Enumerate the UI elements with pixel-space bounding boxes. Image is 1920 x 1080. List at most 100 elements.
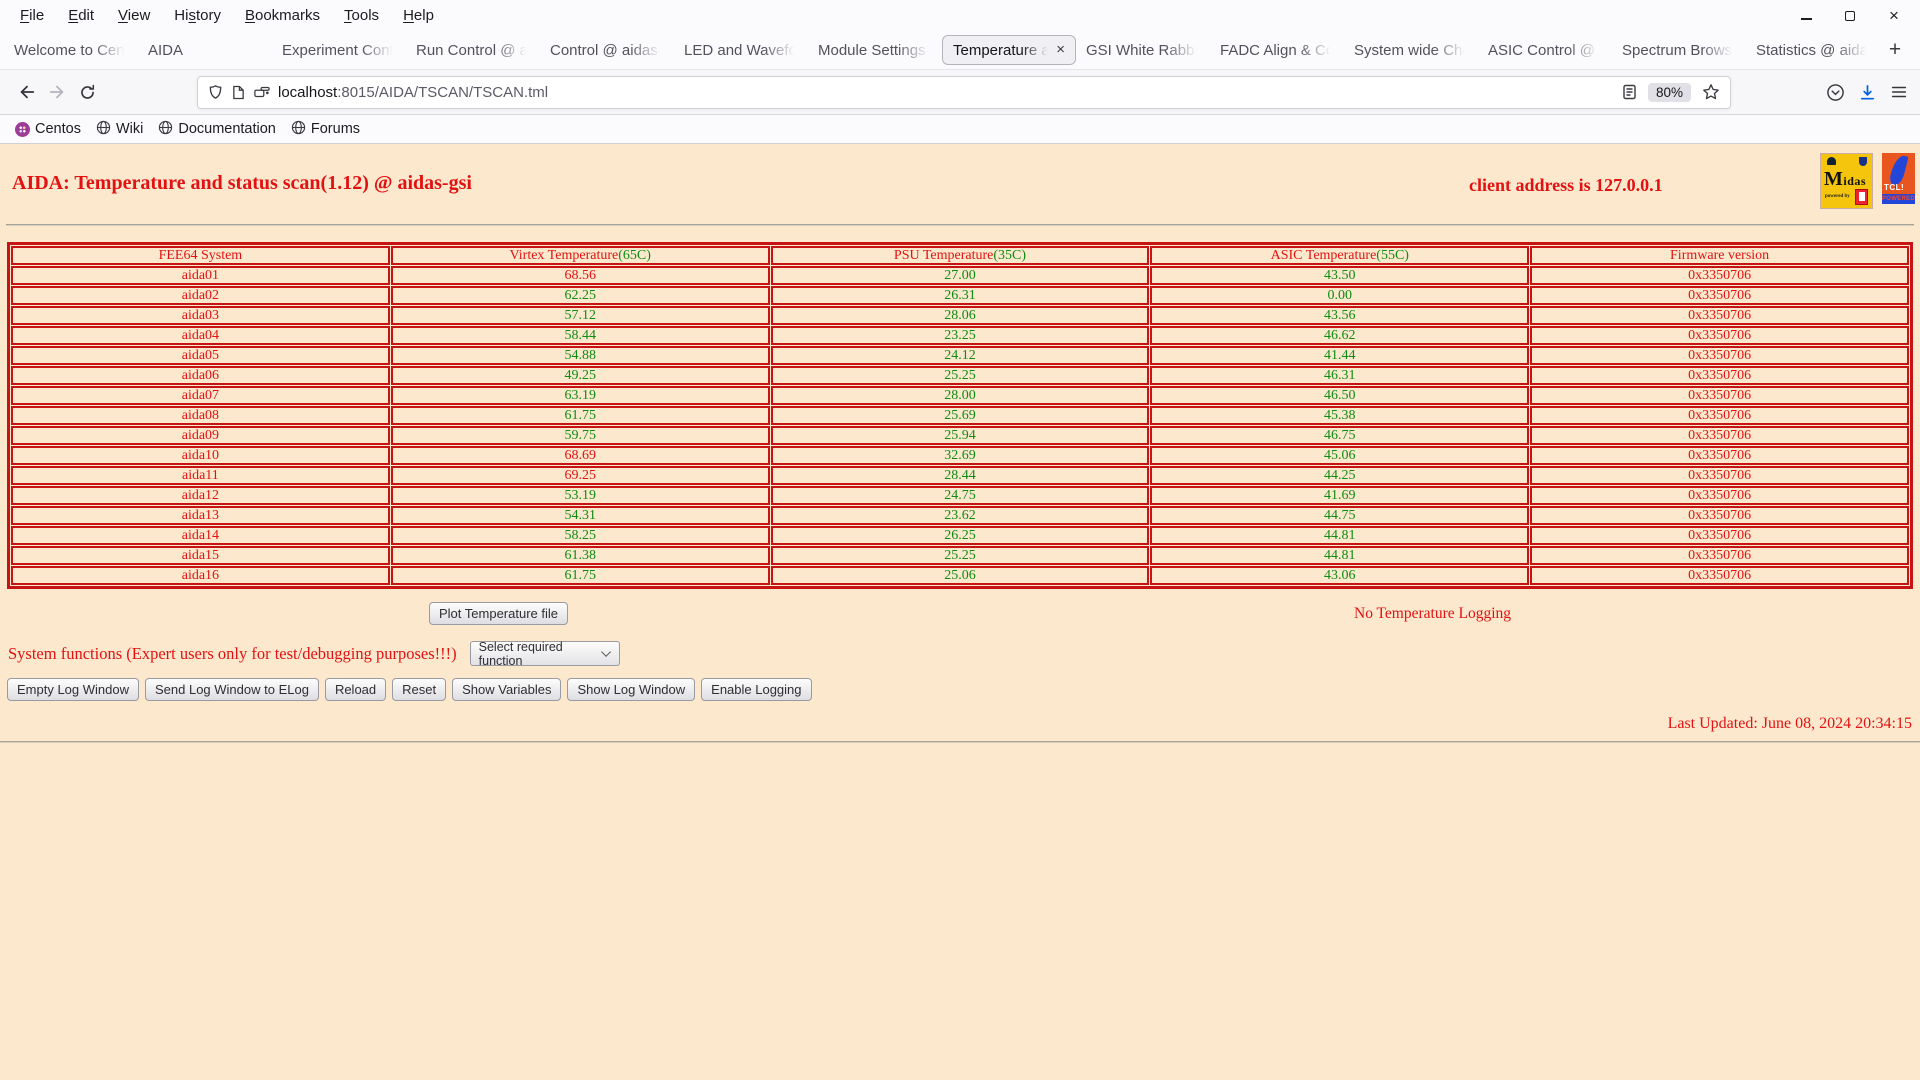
cell-psu: 27.00	[770, 266, 1150, 285]
reload-button[interactable]	[72, 77, 102, 107]
tab-gsi-white-rabbit[interactable]: GSI White Rabbit	[1076, 35, 1210, 65]
tab-label: Experiment Contr	[282, 41, 396, 59]
column-header-fee64-system: FEE64 System	[11, 246, 390, 265]
tab-statistics-aidas[interactable]: Statistics @ aidas	[1746, 35, 1880, 65]
cell-asic: 45.38	[1150, 406, 1530, 425]
forward-button[interactable]	[42, 77, 72, 107]
bookmark-label: Wiki	[115, 121, 144, 137]
menu-view[interactable]: View	[106, 7, 162, 24]
cell-firmware: 0x3350706	[1530, 566, 1909, 585]
pocket-icon[interactable]	[1826, 83, 1845, 102]
cell-virtex: 61.75	[390, 406, 770, 425]
tab-control-aidas[interactable]: Control @ aidas-	[540, 35, 674, 65]
tab-label: LED and Wavefor	[684, 41, 798, 59]
centos-logo-icon	[15, 121, 30, 137]
tab-aida[interactable]: AIDA	[138, 35, 272, 65]
table-row: aida12 53.19 24.75 41.69 0x3350706	[11, 486, 1909, 505]
back-button[interactable]	[12, 77, 42, 107]
midas-logo[interactable]: Midas powered by	[1820, 153, 1873, 209]
bookmark-star-icon[interactable]	[1702, 83, 1720, 101]
app-menu-icon[interactable]	[1890, 83, 1908, 101]
cell-psu: 25.25	[770, 546, 1150, 565]
show-variables-button[interactable]: Show Variables	[452, 678, 562, 701]
midas-dome-icon	[1827, 157, 1836, 165]
cell-system: aida07	[11, 386, 390, 405]
menu-bookmarks[interactable]: Bookmarks	[233, 7, 332, 24]
maximize-button[interactable]	[1842, 8, 1858, 24]
enable-logging-button[interactable]: Enable Logging	[701, 678, 812, 701]
cell-virtex: 68.56	[390, 266, 770, 285]
page-content: AIDA: Temperature and status scan(1.12) …	[0, 144, 1920, 1080]
table-row: aida14 58.25 26.25 44.81 0x3350706	[11, 526, 1909, 545]
bookmark-documentation[interactable]: Documentation	[158, 120, 276, 139]
tab-spectrum-browse[interactable]: Spectrum Browse	[1612, 35, 1746, 65]
menu-help[interactable]: Help	[391, 7, 446, 24]
download-icon[interactable]	[1858, 83, 1877, 102]
cell-system: aida13	[11, 506, 390, 525]
tab-welcome-to-cent[interactable]: Welcome to Cent	[4, 35, 138, 65]
url-bar[interactable]: localhost:8015/AIDA/TSCAN/TSCAN.tml 80%	[197, 75, 1731, 109]
cell-virtex: 58.25	[390, 526, 770, 545]
menu-tools[interactable]: Tools	[332, 7, 391, 24]
reload-button[interactable]: Reload	[324, 678, 387, 701]
midas-logo-text: Midas	[1824, 168, 1867, 190]
cell-firmware: 0x3350706	[1530, 386, 1909, 405]
bookmark-wiki[interactable]: Wiki	[96, 120, 143, 139]
cell-firmware: 0x3350706	[1530, 266, 1909, 285]
urlbar-leading-icons	[208, 84, 270, 100]
tcl-powered-band: POWERED	[1882, 194, 1915, 204]
cell-firmware: 0x3350706	[1530, 306, 1909, 325]
navbar-right-icons	[1826, 83, 1908, 102]
midas-powered-by: powered by	[1825, 194, 1850, 199]
cell-virtex: 68.69	[390, 446, 770, 465]
minimize-button[interactable]	[1798, 8, 1814, 24]
cell-system: aida04	[11, 326, 390, 345]
tab-temperature-an[interactable]: Temperature an ×	[942, 35, 1076, 65]
reset-button[interactable]: Reset	[392, 678, 447, 701]
bookmark-label: Centos	[35, 121, 81, 137]
function-select[interactable]: Select required function	[469, 640, 620, 668]
bookmark-centos[interactable]: Centos	[15, 121, 81, 137]
new-tab-button[interactable]: +	[1880, 35, 1910, 65]
plot-temperature-button[interactable]: Plot Temperature file	[429, 602, 568, 625]
cell-psu: 23.25	[770, 326, 1150, 345]
bookmarks-bar: Centos Wiki Documentation Forums	[0, 115, 1920, 144]
cell-asic: 0.00	[1150, 286, 1530, 305]
shield-icon[interactable]	[208, 84, 223, 100]
url-text: localhost:8015/AIDA/TSCAN/TSCAN.tml	[278, 84, 548, 101]
cell-psu: 25.69	[770, 406, 1150, 425]
cell-asic: 44.75	[1150, 506, 1530, 525]
tab-system-wide-che[interactable]: System wide Che	[1344, 35, 1478, 65]
back-arrow-icon	[20, 85, 35, 99]
cell-asic: 44.81	[1150, 526, 1530, 545]
table-row: aida06 49.25 25.25 46.31 0x3350706	[11, 366, 1909, 385]
bookmark-forums[interactable]: Forums	[291, 120, 360, 139]
zoom-level-badge[interactable]: 80%	[1647, 82, 1691, 102]
tab-experiment-contr[interactable]: Experiment Contr	[272, 35, 406, 65]
tab-close-icon[interactable]: ×	[1056, 42, 1065, 57]
show-log-window-button[interactable]: Show Log Window	[567, 678, 696, 701]
menu-history[interactable]: History	[162, 7, 233, 24]
menu-edit[interactable]: Edit	[56, 7, 106, 24]
tab-asic-control-a[interactable]: ASIC Control @ a	[1478, 35, 1612, 65]
empty-log-window-button[interactable]: Empty Log Window	[7, 678, 139, 701]
tab-module-settings[interactable]: Module Settings	[808, 35, 942, 65]
cell-virtex: 63.19	[390, 386, 770, 405]
close-button[interactable]: ×	[1886, 7, 1902, 24]
reader-mode-icon[interactable]	[1622, 84, 1637, 100]
cell-firmware: 0x3350706	[1530, 426, 1909, 445]
tab-run-control-ai[interactable]: Run Control @ ai	[406, 35, 540, 65]
cell-virtex: 57.12	[390, 306, 770, 325]
send-log-window-to-elog-button[interactable]: Send Log Window to ELog	[145, 678, 319, 701]
column-header-virtex-temperature: Virtex Temperature(65C)	[390, 246, 770, 265]
cell-firmware: 0x3350706	[1530, 326, 1909, 345]
cell-psu: 24.75	[770, 486, 1150, 505]
midas-shield-icon	[1859, 157, 1867, 166]
site-permissions-icon[interactable]	[254, 85, 270, 99]
tab-fadc-align-co[interactable]: FADC Align & Co	[1210, 35, 1344, 65]
cell-psu: 32.69	[770, 446, 1150, 465]
page-icon[interactable]	[232, 85, 245, 100]
menu-file[interactable]: File	[8, 7, 56, 24]
tcl-powered-logo[interactable]: TCL! POWERED	[1882, 153, 1915, 204]
tab-led-and-wavefor[interactable]: LED and Wavefor	[674, 35, 808, 65]
